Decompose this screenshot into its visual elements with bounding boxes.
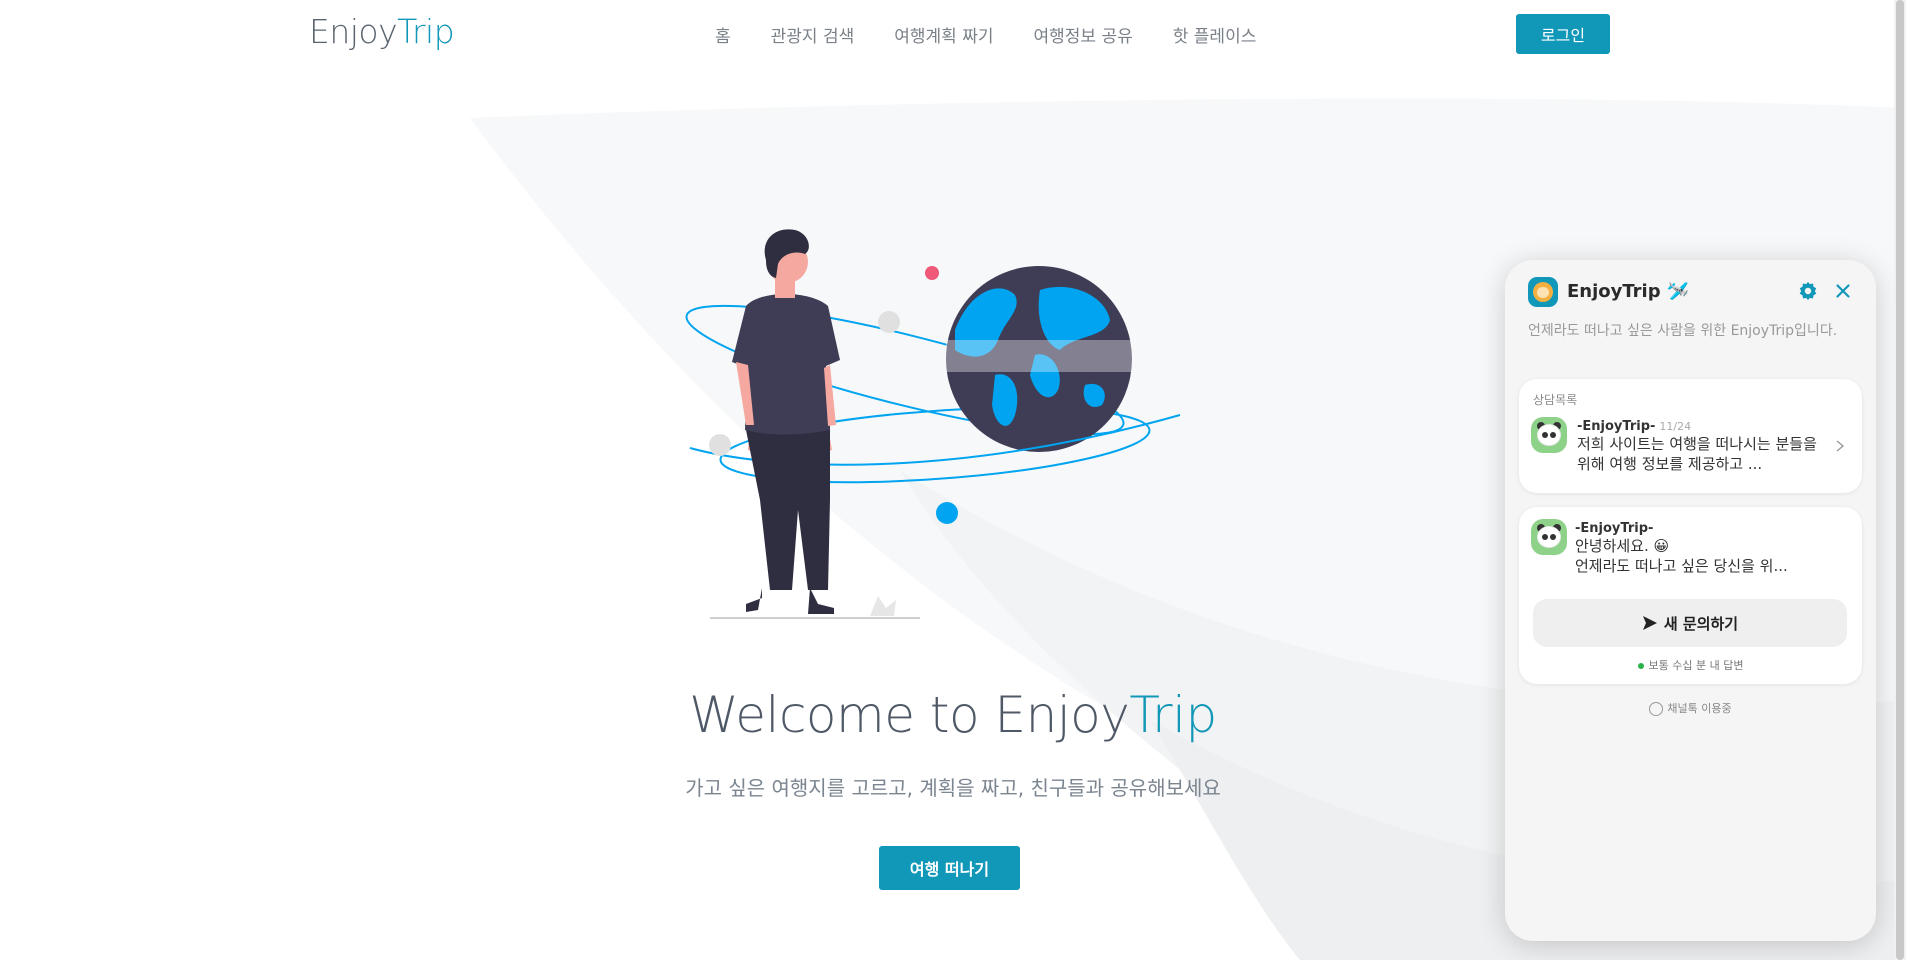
history-sender: -EnjoyTrip- 11/24 — [1577, 419, 1817, 434]
login-button[interactable]: 로그인 — [1516, 14, 1610, 54]
panda-avatar-icon — [1531, 519, 1567, 555]
blue-dot — [936, 502, 958, 524]
chat-title-text: EnjoyTrip — [1567, 281, 1661, 302]
globe-icon — [946, 266, 1132, 452]
site-logo[interactable]: EnjoyTrip — [309, 12, 455, 51]
chevron-right-icon — [1836, 440, 1845, 452]
greeting-line-2: 언제라도 떠나고 싶은 당신을 위... — [1575, 557, 1788, 575]
nav-trip-plan[interactable]: 여행계획 짜기 — [874, 22, 1013, 47]
greeting-message-block: -EnjoyTrip- 안녕하세요. 😀 언제라도 떠나고 싶은 당신을 위..… — [1575, 521, 1845, 576]
chat-widget: EnjoyTrip 🛩️ 언제라도 떠나고 싶은 사람을 위한 EnjoyTrip… — [1505, 260, 1876, 941]
hero-illustration — [685, 229, 1181, 619]
chat-title: EnjoyTrip 🛩️ — [1567, 281, 1689, 302]
chat-greeting-card: -EnjoyTrip- 안녕하세요. 😀 언제라도 떠나고 싶은 당신을 위..… — [1519, 507, 1862, 684]
new-inquiry-label: 새 문의하기 — [1663, 614, 1739, 633]
history-message-block: -EnjoyTrip- 11/24 저희 사이트는 여행을 떠나시는 분들을 위해… — [1577, 419, 1817, 474]
history-sender-name: -EnjoyTrip- — [1577, 419, 1656, 434]
channeltalk-icon — [1649, 702, 1664, 716]
logo-text-trip: Trip — [397, 12, 455, 51]
reply-time-text: 보통 수십 분 내 답변 — [1648, 659, 1744, 672]
settings-gear-icon[interactable] — [1797, 280, 1819, 302]
history-date: 11/24 — [1659, 420, 1692, 433]
panda-avatar-icon — [1531, 417, 1567, 453]
hero-title-main: Welcome to Enjoy — [689, 686, 1130, 744]
nav-trip-share[interactable]: 여행정보 공유 — [1014, 22, 1153, 47]
hero-title-accent: Trip — [1129, 686, 1217, 744]
greeting-sender: -EnjoyTrip- — [1575, 521, 1654, 536]
site-header: EnjoyTrip 홈 관광지 검색 여행계획 짜기 여행정보 공유 핫 플레이… — [0, 0, 1906, 68]
person-illustration — [732, 229, 840, 614]
page-scrollbar[interactable] — [1894, 0, 1906, 960]
send-icon — [1642, 616, 1657, 630]
online-dot — [1637, 663, 1644, 669]
chat-history-card[interactable]: 상담목록 -EnjoyTrip- 11/24 저희 사이트는 여행을 떠나시는 분… — [1519, 379, 1862, 493]
history-message: 저희 사이트는 여행을 떠나시는 분들을 위해 여행 정보를 제공하고 ... — [1577, 435, 1817, 473]
chat-description: 언제라도 떠나고 싶은 사람을 위한 EnjoyTrip입니다. — [1528, 323, 1838, 339]
gray-dot-1 — [878, 311, 900, 333]
lion-avatar-icon — [1528, 277, 1558, 307]
main-nav: 홈 관광지 검색 여행계획 짜기 여행정보 공유 핫 플레이스 — [695, 22, 1276, 47]
scrollbar-thumb[interactable] — [1896, 0, 1904, 960]
pink-dot — [925, 266, 939, 280]
powered-by[interactable]: 채널톡 이용중 — [1505, 700, 1876, 716]
close-icon[interactable] — [1832, 280, 1854, 302]
history-label: 상담목록 — [1533, 393, 1578, 407]
new-inquiry-button[interactable]: 새 문의하기 — [1533, 599, 1847, 647]
logo-text-enjoy: Enjoy — [309, 12, 398, 51]
nav-home[interactable]: 홈 — [695, 22, 751, 47]
greeting-line-1: 안녕하세요. 😀 — [1575, 537, 1670, 555]
airplane-icon: 🛩️ — [1666, 281, 1690, 302]
gray-dot-2 — [709, 434, 731, 456]
nav-attraction-search[interactable]: 관광지 검색 — [751, 22, 875, 47]
reply-time: 보통 수십 분 내 답변 — [1519, 657, 1862, 673]
powered-by-text: 채널톡 이용중 — [1667, 702, 1732, 715]
nav-hot-place[interactable]: 핫 플레이스 — [1153, 22, 1277, 47]
start-trip-button[interactable]: 여행 떠나기 — [879, 846, 1020, 890]
